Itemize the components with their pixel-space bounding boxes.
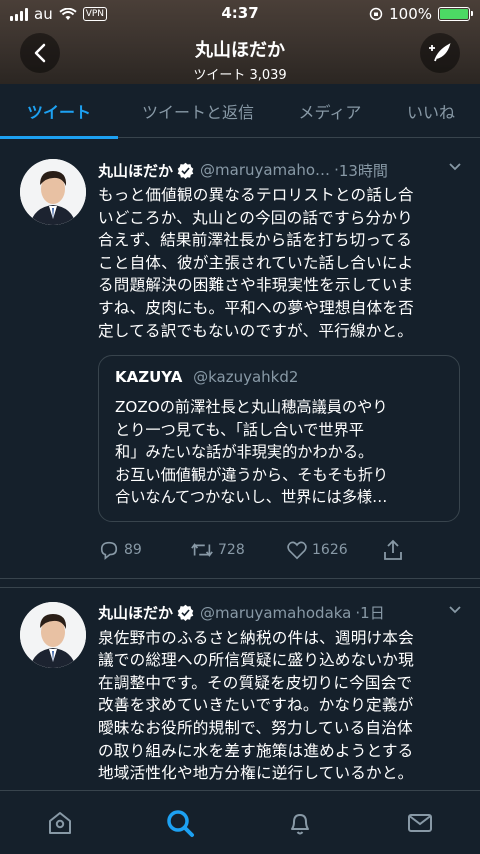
share-button[interactable] xyxy=(382,539,404,561)
heart-icon xyxy=(287,541,307,559)
tweet-count: ツイート 3,039 xyxy=(193,68,287,83)
like-count: 1626 xyxy=(312,541,348,558)
tweet-line: 改善を求めていきたいですね。かなり定義が xyxy=(98,696,414,715)
avatar[interactable] xyxy=(20,601,86,668)
chevron-down-icon[interactable] xyxy=(448,605,462,615)
tweet-line: 泉佐野市のふるさと納税の件は、週明け本会 xyxy=(98,628,414,647)
retweet-button[interactable]: 728 xyxy=(190,540,286,560)
quoted-text: ZOZOの前澤社長と丸山穂高議員のやり とり一つ見ても、「話し合いで世界平 和」… xyxy=(115,396,443,509)
profile-header: au VPN 4:37 100% 丸山ほだか ツイート 3,039 xyxy=(0,0,480,84)
tab-likes[interactable]: いいね xyxy=(382,84,480,138)
mail-icon xyxy=(408,813,432,832)
battery-icon xyxy=(438,7,473,21)
orientation-lock-icon xyxy=(369,7,383,21)
tweet-time: 1日 xyxy=(360,604,385,623)
tweet-line: 曖昧なお役所的規制で、努力している自治体 xyxy=(98,719,413,738)
reply-button[interactable]: 89 xyxy=(98,540,190,560)
page-title: 丸山ほだか xyxy=(195,40,285,61)
tweet-actions: 89 728 1626 xyxy=(98,522,460,578)
tab-messages[interactable] xyxy=(390,793,450,853)
tweet-line: 議での総理への所信質疑に盛り込めないか現 xyxy=(98,651,414,670)
retweet-count: 728 xyxy=(218,541,245,558)
tweet-line: る問題解決の困難さや非現実性を示していま xyxy=(98,276,414,295)
reply-count: 89 xyxy=(124,541,142,558)
tweet-line: 定してる訳でもないのですが、平行線かと。 xyxy=(98,321,414,340)
tweet-text: もっと価値観の異なるテロリストとの話し合 いどころか、丸山との今回の話ですら分か… xyxy=(98,184,460,342)
quoted-tweet[interactable]: KAZUYA @kazuyahkd2 ZOZOの前澤社長と丸山穂高議員のやり と… xyxy=(98,355,460,522)
tweet[interactable]: 丸山ほだか @maruyamaho… · 13時間 もっと価値観の異なるテロリス… xyxy=(0,145,480,579)
tweet-line: の取り組みに水を差す施策は進めようとする xyxy=(98,741,414,760)
avatar[interactable] xyxy=(20,159,86,225)
tab-search[interactable] xyxy=(150,793,210,853)
bottom-tab-bar xyxy=(0,790,480,854)
tab-home[interactable] xyxy=(30,793,90,853)
tweet-feed: 丸山ほだか @maruyamaho… · 13時間 もっと価値観の異なるテロリス… xyxy=(0,145,480,785)
battery-percent: 100% xyxy=(389,5,432,23)
verified-badge-icon xyxy=(177,604,194,622)
bell-icon xyxy=(291,813,309,834)
author-name[interactable]: 丸山ほだか xyxy=(98,160,173,181)
like-button[interactable]: 1626 xyxy=(286,540,382,560)
profile-tabs: ツイート ツイートと返信 メディア いいね xyxy=(0,84,480,139)
quoted-author-handle: @kazuyahkd2 xyxy=(193,368,299,387)
tweet[interactable]: 丸山ほだか @maruyamahodaka · 1日 泉佐野市のふるさと納税の件… xyxy=(0,586,480,785)
quoted-line: 和」みたいな話が非現実的かわかる。 xyxy=(115,443,374,462)
status-bar: au VPN 4:37 100% xyxy=(0,0,480,28)
quoted-author-name: KAZUYA xyxy=(115,368,183,387)
tab-tweets-and-replies[interactable]: ツイートと返信 xyxy=(118,84,278,138)
tweet-line: 合えず、結果前澤社長から話を打ち切ってる xyxy=(98,231,413,250)
quoted-line: 合いなんてつかないし、世界には多様… xyxy=(115,488,388,507)
quoted-line: お互い価値観が違うから、そもそも折り xyxy=(115,465,389,484)
reply-icon xyxy=(100,541,118,560)
author-handle: @maruyamahodaka xyxy=(200,603,352,622)
tweet-line: 地域活性化や地方分権に逆行しているかと。 xyxy=(98,764,414,783)
tab-notifications[interactable] xyxy=(270,793,330,853)
tweet-line: 在調整中です。その質疑を皮切りに今国会で xyxy=(98,673,413,692)
chevron-down-icon[interactable] xyxy=(448,162,462,172)
tweet-line: もっと価値観の異なるテロリストとの話し合 xyxy=(98,186,414,204)
verified-badge-icon xyxy=(177,162,194,179)
home-icon xyxy=(49,811,71,834)
tab-media[interactable]: メディア xyxy=(278,84,382,138)
tweet-text: 泉佐野市のふるさと納税の件は、週明け本会 議での総理への所信質疑に盛り込めないか… xyxy=(98,627,460,785)
feather-plus-icon xyxy=(429,43,451,62)
compose-tweet-button[interactable] xyxy=(420,33,460,73)
author-name[interactable]: 丸山ほだか xyxy=(98,602,173,623)
quoted-line: ZOZOの前澤社長と丸山穂高議員のやり xyxy=(115,398,388,417)
search-icon xyxy=(167,809,194,837)
author-handle: @maruyamaho… xyxy=(200,161,331,179)
tweet-line: いどころか、丸山との今回の話ですら分かり xyxy=(98,208,413,227)
retweet-icon xyxy=(191,542,213,557)
tweet-line: すね、皮肉にも。平和への夢や理想自体を否 xyxy=(98,298,414,317)
tab-tweets[interactable]: ツイート xyxy=(0,84,118,139)
quoted-line: とり一つ見ても、「話し合いで世界平 xyxy=(115,420,364,439)
share-icon xyxy=(384,539,402,560)
tweet-time: 13時間 xyxy=(338,161,388,180)
tweet-line: こと自体、彼が主張されていた話し合いによ xyxy=(98,253,414,272)
